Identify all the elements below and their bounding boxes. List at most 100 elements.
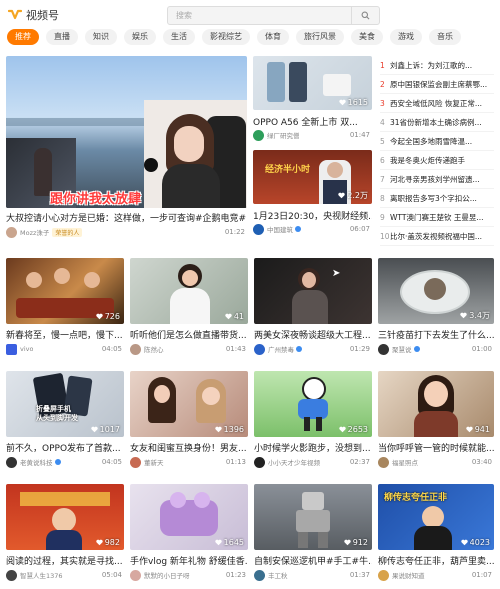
tab-recommend[interactable]: 推荐 (7, 29, 39, 45)
tab-knowledge[interactable]: 知识 (85, 29, 117, 45)
author-name[interactable]: 董新天 (144, 457, 164, 467)
video-card[interactable]: 982 阅读的过程，其实就是寻找... 智慧人生1376 05:04 (6, 484, 124, 584)
video-title[interactable]: 新春将至，慢一点吧，慢下... (6, 328, 124, 341)
list-item[interactable]: 5 今起全国多地雨雪降温... (380, 132, 494, 151)
search-button[interactable] (351, 7, 379, 24)
avatar[interactable] (253, 129, 264, 141)
video-card[interactable]: ➤ 两美女深夜畅谈超级大工程... 广州禁毒 01:29 (254, 258, 372, 358)
list-item[interactable]: 4 31省份新增本土确诊病例... (380, 113, 494, 132)
tab-entertainment[interactable]: 娱乐 (124, 29, 156, 45)
author-name[interactable]: 绿厂研究僧 (267, 130, 300, 140)
author-name[interactable]: 丰工秋 (268, 570, 288, 580)
video-title[interactable]: 当你呼呼管一管的时候就能... (378, 441, 494, 454)
verified-icon (296, 346, 302, 352)
like-number: 982 (104, 538, 120, 547)
list-item[interactable]: 10 比尔·盖茨发视频祝福中国... (380, 227, 494, 246)
thumbnail-text: 经济半小时 (265, 165, 311, 175)
video-card[interactable]: 1615 OPPO A56 全新上市 双... 绿厂研究僧 01:47 (253, 56, 372, 146)
video-thumbnail: 1396 (130, 371, 248, 437)
tab-life[interactable]: 生活 (163, 29, 195, 45)
featured-video-card[interactable]: 跟你讲我太放肆 大叔控请小心对方是已婚：这样做，一步可查询#企鹅电竞#... M… (6, 56, 247, 241)
video-card[interactable]: 726 新春将至，慢一点吧，慢下... vivo 04:05 (6, 258, 124, 358)
rank-number: 5 (380, 136, 385, 146)
video-card[interactable]: 柳传志夸任正非 4023 柳传志夸任正非，葫芦里卖... 果说财知道 01:07 (378, 484, 494, 584)
author-name[interactable]: 陈然心 (144, 344, 164, 354)
rank-number: 2 (380, 79, 385, 89)
video-card[interactable]: 2653 小时候学火影跑步，没想到... 小小天才少年视频 02:37 (254, 371, 372, 471)
avatar[interactable] (253, 223, 264, 235)
tab-sports[interactable]: 体育 (257, 29, 289, 45)
avatar[interactable] (254, 569, 265, 581)
avatar[interactable] (130, 456, 141, 468)
search-input[interactable] (168, 7, 353, 24)
author-name[interactable]: 默默的小日子呀 (144, 570, 190, 580)
author-name[interactable]: 中国建筑 (267, 224, 293, 234)
avatar[interactable] (378, 569, 389, 581)
heart-icon (225, 313, 232, 320)
video-card[interactable]: 1645 手作vlog 新年礼物 舒缓佳香... 默默的小日子呀 01:23 (130, 484, 248, 584)
video-card[interactable]: 经济半小时 2.2万 1月23日20:30，央视财经频... 中国建筑 06:0… (253, 150, 372, 240)
video-meta: 中国建筑 06:07 (253, 223, 372, 235)
tab-travel[interactable]: 旅行风景 (296, 29, 344, 45)
video-title[interactable]: 女友和闺蜜互换身份！男友... (130, 441, 248, 454)
author-name[interactable]: 小小天才少年视频 (268, 457, 320, 467)
video-title[interactable]: 阅读的过程，其实就是寻找... (6, 554, 124, 567)
author-name[interactable]: 广州禁毒 (268, 344, 294, 354)
video-card[interactable]: 折叠屏手机 从头到脚开发 1017 前不久，OPPO发布了首款... 老黄说科技… (6, 371, 124, 471)
video-title[interactable]: 听听他们是怎么做直播带货... (130, 328, 248, 341)
avatar[interactable] (130, 569, 141, 581)
video-title[interactable]: 小时候学火影跑步，没想到... (254, 441, 372, 454)
like-number: 2.2万 (347, 191, 368, 200)
avatar[interactable] (6, 226, 17, 238)
video-title[interactable]: 柳传志夸任正非，葫芦里卖... (378, 554, 494, 567)
list-item[interactable]: 1 刘鑫上诉：为刘江歌的... (380, 56, 494, 75)
tab-games[interactable]: 游戏 (390, 29, 422, 45)
author-name[interactable]: 果说财知道 (392, 570, 425, 580)
verified-icon (295, 226, 301, 232)
author-name[interactable]: 老黄说科技 (20, 457, 53, 467)
video-card[interactable]: 1396 女友和闺蜜互换身份！男友... 董新天 01:13 (130, 371, 248, 471)
brand-logo[interactable]: 视频号 (7, 7, 59, 23)
list-item[interactable]: 2 原中国银保监会副主席蔡鄂... (380, 75, 494, 94)
video-card[interactable]: 912 自制安保巡逻机甲#手工#牛... 丰工秋 01:37 (254, 484, 372, 584)
tab-food[interactable]: 美食 (351, 29, 383, 45)
avatar[interactable] (378, 456, 389, 468)
avatar[interactable] (378, 343, 389, 355)
list-item[interactable]: 8 离职报告多写3个字扣公... (380, 189, 494, 208)
video-title[interactable]: 前不久，OPPO发布了首款... (6, 441, 124, 454)
avatar[interactable] (130, 343, 141, 355)
video-title[interactable]: 1月23日20:30，央视财经频... (253, 209, 372, 222)
video-title[interactable]: 三针疫苗打下去发生了什么... (378, 328, 494, 341)
hot-text: WTT澳门赛王楚钦 王曼昱... (390, 212, 484, 222)
video-title[interactable]: 手作vlog 新年礼物 舒缓佳香... (130, 554, 248, 567)
video-duration: 01:37 (349, 571, 370, 579)
avatar[interactable] (6, 569, 17, 581)
list-item[interactable]: 9 WTT澳门赛王楚钦 王曼昱... (380, 208, 494, 227)
author-name[interactable]: 聚慧说 (392, 344, 412, 354)
tab-live[interactable]: 直播 (46, 29, 78, 45)
video-card[interactable]: 3.4万 三针疫苗打下去发生了什么... 聚慧说 01:00 (378, 258, 494, 358)
tab-music[interactable]: 音乐 (429, 29, 461, 45)
avatar[interactable] (6, 456, 17, 468)
avatar[interactable] (254, 343, 265, 355)
rank-number: 3 (380, 98, 385, 108)
list-item[interactable]: 6 我是冬奥火炬传递跑手 (380, 151, 494, 170)
author-name[interactable]: Mozz洙子 (20, 227, 49, 237)
video-card[interactable]: 941 当你呼呼管一管的时候就能... 福星照点 03:40 (378, 371, 494, 471)
video-title[interactable]: 两美女深夜畅谈超级大工程... (254, 328, 372, 341)
author-name[interactable]: 福星照点 (392, 457, 418, 467)
author-name[interactable]: 智慧人生1376 (20, 570, 63, 580)
video-title[interactable]: 大叔控请小心对方是已婚：这样做，一步可查询#企鹅电竞#... (6, 211, 247, 224)
video-meta: 绿厂研究僧 01:47 (253, 129, 372, 141)
tab-film-tv[interactable]: 影视综艺 (202, 29, 250, 45)
video-card[interactable]: 41 听听他们是怎么做直播带货... 陈然心 01:43 (130, 258, 248, 358)
video-title[interactable]: 自制安保巡逻机甲#手工#牛... (254, 554, 372, 567)
avatar[interactable] (254, 456, 265, 468)
list-item[interactable]: 7 河北寻亲男孩刘学州留遗... (380, 170, 494, 189)
video-title[interactable]: OPPO A56 全新上市 双... (253, 115, 372, 128)
video-meta: 小小天才少年视频 02:37 (254, 456, 372, 468)
avatar[interactable] (6, 343, 17, 355)
list-item[interactable]: 3 西安全域低风险 恢复正常... (380, 94, 494, 113)
author-name[interactable]: vivo (20, 345, 33, 353)
video-duration: 04:05 (101, 458, 122, 466)
